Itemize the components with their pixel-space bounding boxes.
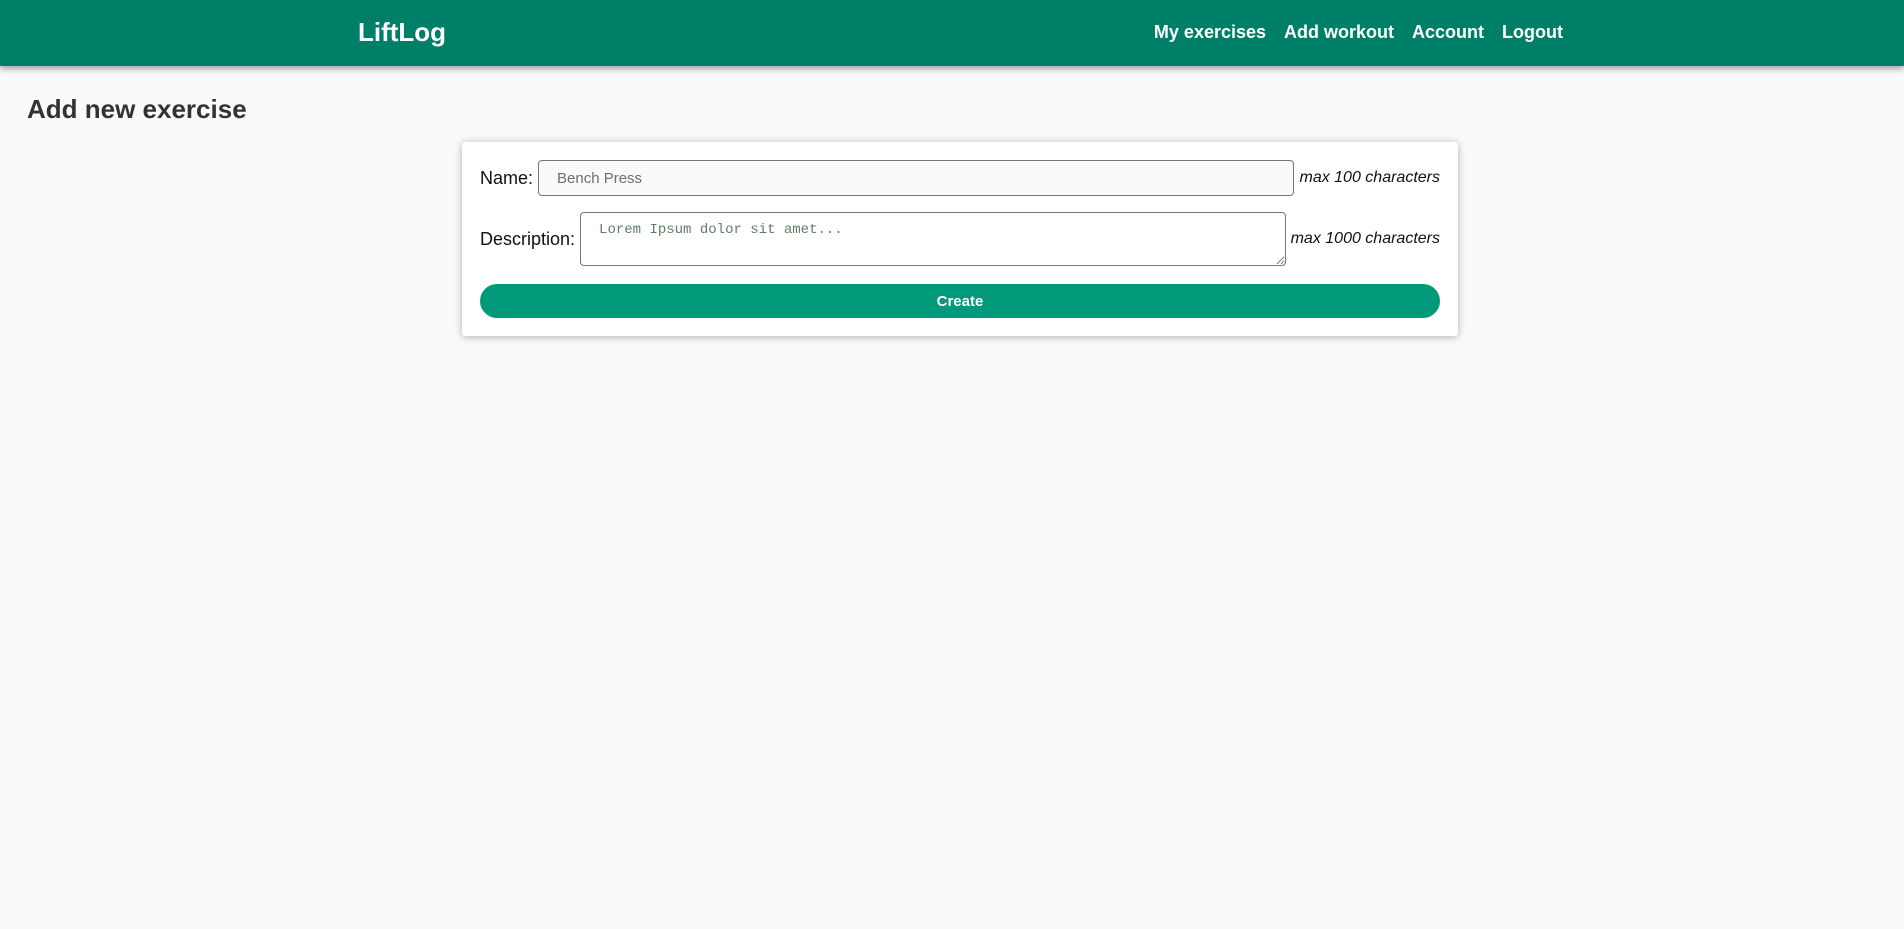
nav-account[interactable]: Account [1412, 20, 1484, 44]
description-hint: max 1000 characters [1290, 230, 1440, 247]
description-input[interactable] [580, 212, 1286, 266]
description-row: Description: max 1000 characters [480, 212, 1440, 266]
top-navbar: LiftLog My exercises Add workout Account… [0, 0, 1904, 66]
name-input[interactable] [538, 160, 1295, 196]
add-exercise-form: Name: max 100 characters Description: ma… [462, 142, 1458, 336]
description-label: Description: [480, 228, 576, 249]
main-nav: My exercises Add workout Account Logout [1154, 20, 1563, 44]
nav-add-workout[interactable]: Add workout [1284, 20, 1394, 44]
name-label: Name: [480, 167, 534, 188]
nav-logout[interactable]: Logout [1502, 20, 1563, 44]
page-title: Add new exercise [27, 94, 247, 124]
name-row: Name: max 100 characters [480, 160, 1440, 196]
nav-my-exercises[interactable]: My exercises [1154, 20, 1266, 44]
create-button[interactable]: Create [480, 284, 1440, 318]
name-hint: max 100 characters [1299, 169, 1440, 186]
brand-logo[interactable]: LiftLog [358, 16, 446, 48]
